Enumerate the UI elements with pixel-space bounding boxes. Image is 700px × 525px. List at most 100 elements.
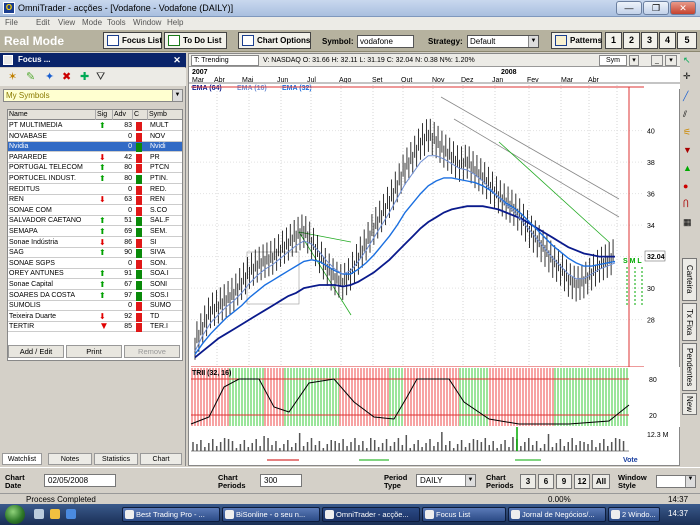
col-symb[interactable]: Symb bbox=[148, 110, 182, 120]
arrow-down-icon[interactable]: ▼ bbox=[683, 145, 692, 155]
table-row[interactable]: PARAREDE ⬇ 42 PR bbox=[8, 153, 182, 163]
tab-carteira[interactable]: Carteira bbox=[682, 258, 697, 301]
col-adv[interactable]: Adv bbox=[113, 110, 133, 120]
pencil-icon[interactable]: ✎ bbox=[26, 70, 35, 84]
menu-tools[interactable]: Tools bbox=[107, 18, 126, 27]
list-selector[interactable]: My Symbols ▼ bbox=[3, 89, 183, 102]
task-focus-list[interactable]: Focus List bbox=[422, 507, 506, 522]
grid-icon[interactable]: ▦ bbox=[683, 217, 692, 228]
period-6-button[interactable]: 6 bbox=[538, 474, 554, 489]
table-row[interactable]: NOVABASE 0 NOV bbox=[8, 132, 182, 142]
table-row[interactable]: PORTUCEL INDUST. ⬆ 80 PTIN. bbox=[8, 174, 182, 184]
table-row[interactable]: SONAE SGPS 0 SON. bbox=[8, 259, 182, 269]
tab-chart[interactable]: Chart bbox=[140, 453, 182, 465]
period-type-select[interactable]: DAILY ▼ bbox=[416, 474, 476, 487]
chart-periods-input[interactable]: 300 bbox=[260, 474, 302, 487]
system-select[interactable]: T: Trending bbox=[191, 55, 259, 66]
circle-icon[interactable]: ● bbox=[683, 181, 688, 191]
table-row[interactable]: PORTUGAL TELECOM ⬆ 80 PTCN bbox=[8, 163, 182, 174]
quicklaunch-icon[interactable] bbox=[34, 509, 44, 519]
table-row[interactable]: SEMAPA ⬆ 69 SEM. bbox=[8, 227, 182, 237]
page-button-1[interactable]: 1 bbox=[605, 32, 622, 49]
menu-file[interactable]: File bbox=[5, 18, 18, 27]
period-3-button[interactable]: 3 bbox=[520, 474, 536, 489]
magnet-icon[interactable]: Ⴖ bbox=[683, 199, 689, 210]
menu-mode[interactable]: Mode bbox=[82, 18, 102, 27]
col-c[interactable]: C bbox=[133, 110, 148, 120]
focus-list-button[interactable]: Focus List bbox=[103, 32, 162, 49]
patterns-button[interactable]: Patterns bbox=[551, 32, 602, 49]
fibonacci-icon[interactable]: ⚟ bbox=[683, 127, 691, 138]
period-9-button[interactable]: 9 bbox=[556, 474, 572, 489]
task-windows[interactable]: 2 Windo... bbox=[608, 507, 660, 522]
window-style-select[interactable]: ▼ bbox=[656, 475, 696, 488]
table-row[interactable]: Teixeira Duarte ⬇ 92 TD bbox=[8, 312, 182, 322]
symbol-input[interactable]: vodafone bbox=[357, 35, 414, 48]
page-button-3[interactable]: 3 bbox=[641, 32, 658, 49]
star-icon[interactable]: ✦ bbox=[45, 70, 54, 84]
crosshair-icon[interactable]: ✛ bbox=[683, 71, 691, 82]
table-row[interactable]: SONAE COM 0 S.CO bbox=[8, 206, 182, 216]
table-row[interactable]: Sonae Indústria ⬇ 86 SI bbox=[8, 238, 182, 248]
chart-date-input[interactable]: 02/05/2008 bbox=[44, 474, 116, 487]
table-row[interactable]: SUMOLIS 0 SUMO bbox=[8, 301, 182, 312]
tab-pendentes[interactable]: Pendentes bbox=[682, 343, 697, 391]
strategy-select[interactable]: Default ▼ bbox=[467, 35, 539, 48]
page-button-5[interactable]: 5 bbox=[677, 32, 697, 49]
menu-view[interactable]: View bbox=[58, 18, 75, 27]
table-row[interactable]: Sonae Capital ⬆ 67 SONI bbox=[8, 280, 182, 290]
close-icon[interactable]: ✖ bbox=[62, 70, 71, 84]
table-row[interactable]: SOARES DA COSTA ⬆ 97 SOS.I bbox=[8, 291, 182, 301]
tab-tx-fixa[interactable]: Tx Fixa bbox=[682, 303, 697, 341]
trendline-icon[interactable]: ╱ bbox=[683, 91, 688, 102]
arrow-up-icon[interactable]: ▲ bbox=[683, 163, 692, 173]
chevron-down-icon[interactable]: ▾ bbox=[665, 55, 677, 66]
chart-options-button[interactable]: Chart Options bbox=[238, 32, 311, 49]
task-best-trading[interactable]: Best Trading Pro - ... bbox=[122, 507, 220, 522]
close-icon[interactable]: ✕ bbox=[171, 54, 183, 66]
table-row[interactable]: Nvidia 0 Nvidi bbox=[8, 142, 182, 153]
menu-help[interactable]: Help bbox=[167, 18, 183, 27]
tab-watchlist[interactable]: Watchlist bbox=[2, 453, 42, 465]
table-row[interactable]: PT MULTIMEDIA ⬆ 83 MULT bbox=[8, 121, 182, 131]
menu-window[interactable]: Window bbox=[133, 18, 161, 27]
tab-notes[interactable]: Notes bbox=[48, 453, 92, 465]
task-jornal[interactable]: Jornal de Negócios/... bbox=[508, 507, 606, 522]
minimize-button[interactable]: — bbox=[616, 1, 642, 15]
tab-new[interactable]: New bbox=[682, 393, 697, 415]
start-button[interactable] bbox=[5, 505, 25, 524]
col-sig[interactable]: Sig bbox=[96, 110, 113, 120]
col-name[interactable]: Name bbox=[8, 110, 96, 120]
cursor-icon[interactable]: ↖ bbox=[683, 55, 691, 66]
print-button[interactable]: Print bbox=[66, 345, 122, 358]
sym-button[interactable]: Sym bbox=[599, 55, 627, 66]
maximize-button[interactable]: ❐ bbox=[643, 1, 669, 15]
menu-edit[interactable]: Edit bbox=[36, 18, 50, 27]
filter-icon[interactable]: ⛛ bbox=[96, 70, 105, 84]
restore-chart-icon[interactable]: _ bbox=[651, 55, 663, 66]
scan-icon[interactable]: ✶ bbox=[8, 70, 17, 84]
tab-statistics[interactable]: Statistics bbox=[94, 453, 138, 465]
close-button[interactable]: ✕ bbox=[670, 1, 696, 15]
quicklaunch-icon[interactable] bbox=[50, 509, 60, 519]
table-row[interactable]: TERTIR ▼ 85 TER.I bbox=[8, 322, 182, 333]
task-omnitrader[interactable]: OmniTrader - acçõe... bbox=[322, 507, 420, 522]
quicklaunch-icon[interactable] bbox=[66, 509, 76, 519]
table-row[interactable]: REN ⬇ 63 REN bbox=[8, 195, 182, 206]
table-row[interactable]: OREY ANTUNES ⬆ 91 SOA.I bbox=[8, 269, 182, 280]
remove-button[interactable]: Remove bbox=[124, 345, 180, 358]
page-button-4[interactable]: 4 bbox=[659, 32, 676, 49]
channel-icon[interactable]: ⫽ bbox=[683, 109, 687, 120]
price-chart[interactable]: 2007 2008Mar Abr Mai Jun Jul Ago Set Out Nov Dez Ja… bbox=[189, 67, 681, 467]
plus-icon[interactable]: ✚ bbox=[80, 70, 89, 84]
chevron-down-icon[interactable]: ▾ bbox=[629, 55, 639, 66]
add-edit-button[interactable]: Add / Edit bbox=[8, 345, 64, 358]
period-all-button[interactable]: All bbox=[592, 474, 610, 489]
task-bisonline[interactable]: BiSonline - o seu n... bbox=[222, 507, 320, 522]
page-button-2[interactable]: 2 bbox=[623, 32, 640, 49]
period-12-button[interactable]: 12 bbox=[574, 474, 590, 489]
table-row[interactable]: REDITUS 0 RED. bbox=[8, 185, 182, 195]
table-row[interactable]: SAG ⬆ 90 SIVA bbox=[8, 248, 182, 259]
table-row[interactable]: SALVADOR CAETANO ⬆ 51 SAL.F bbox=[8, 216, 182, 227]
todo-list-button[interactable]: To Do List bbox=[164, 32, 227, 49]
